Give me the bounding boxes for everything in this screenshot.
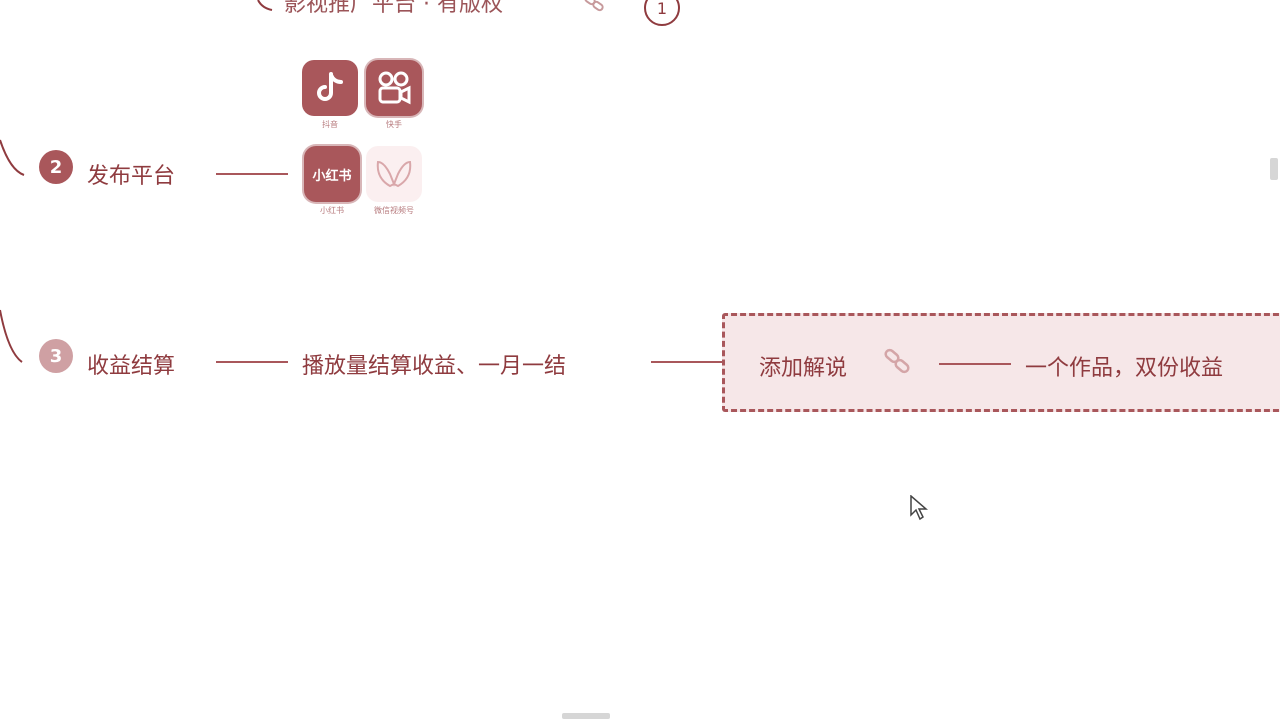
commentary-connector (939, 363, 1011, 365)
mouse-cursor-icon (910, 494, 929, 525)
douyin-icon (302, 60, 358, 116)
link-icon[interactable] (582, 0, 606, 14)
branch-3-connector (216, 361, 288, 363)
app-caption: 快手 (386, 120, 402, 129)
kuaishou-icon (366, 60, 422, 116)
link-icon[interactable] (881, 346, 913, 378)
horizontal-scrollbar-thumb[interactable] (562, 713, 610, 719)
branch-2-label[interactable]: 发布平台 (87, 158, 175, 190)
commentary-label: 添加解说 (759, 356, 848, 381)
top-branch-label[interactable]: 影视推广平台 · 有版权 (284, 0, 503, 18)
app-caption: 抖音 (322, 120, 338, 129)
app-kuaishou[interactable]: 快手 (366, 60, 429, 130)
branch-2-number: 2 (39, 150, 73, 184)
app-xiaohongshu[interactable]: 小红书 小红书 (304, 146, 367, 216)
app-grid: 抖音 快手 小红书 小红书 微信视频号 (302, 60, 432, 225)
app-douyin[interactable]: 抖音 (302, 60, 365, 130)
info-badge-number: 1 (656, 0, 668, 18)
xiaohongshu-icon: 小红书 (304, 146, 360, 202)
branch-3-number: 3 (39, 339, 73, 373)
wechat-channels-icon (366, 146, 422, 202)
app-caption: 小红书 (320, 206, 344, 215)
commentary-node[interactable]: 添加解说 一个作品，双份收益 (722, 313, 1280, 412)
app-wechat-channels[interactable]: 微信视频号 (366, 146, 429, 216)
branch-3-label[interactable]: 收益结算 (87, 348, 175, 380)
commentary-detail: 一个作品，双份收益 (1025, 356, 1224, 381)
vertical-scrollbar-thumb[interactable] (1270, 158, 1278, 180)
app-caption: 微信视频号 (374, 206, 414, 215)
branch-2-connector (216, 173, 288, 175)
settlement-detail[interactable]: 播放量结算收益、一月一结 (302, 348, 566, 380)
